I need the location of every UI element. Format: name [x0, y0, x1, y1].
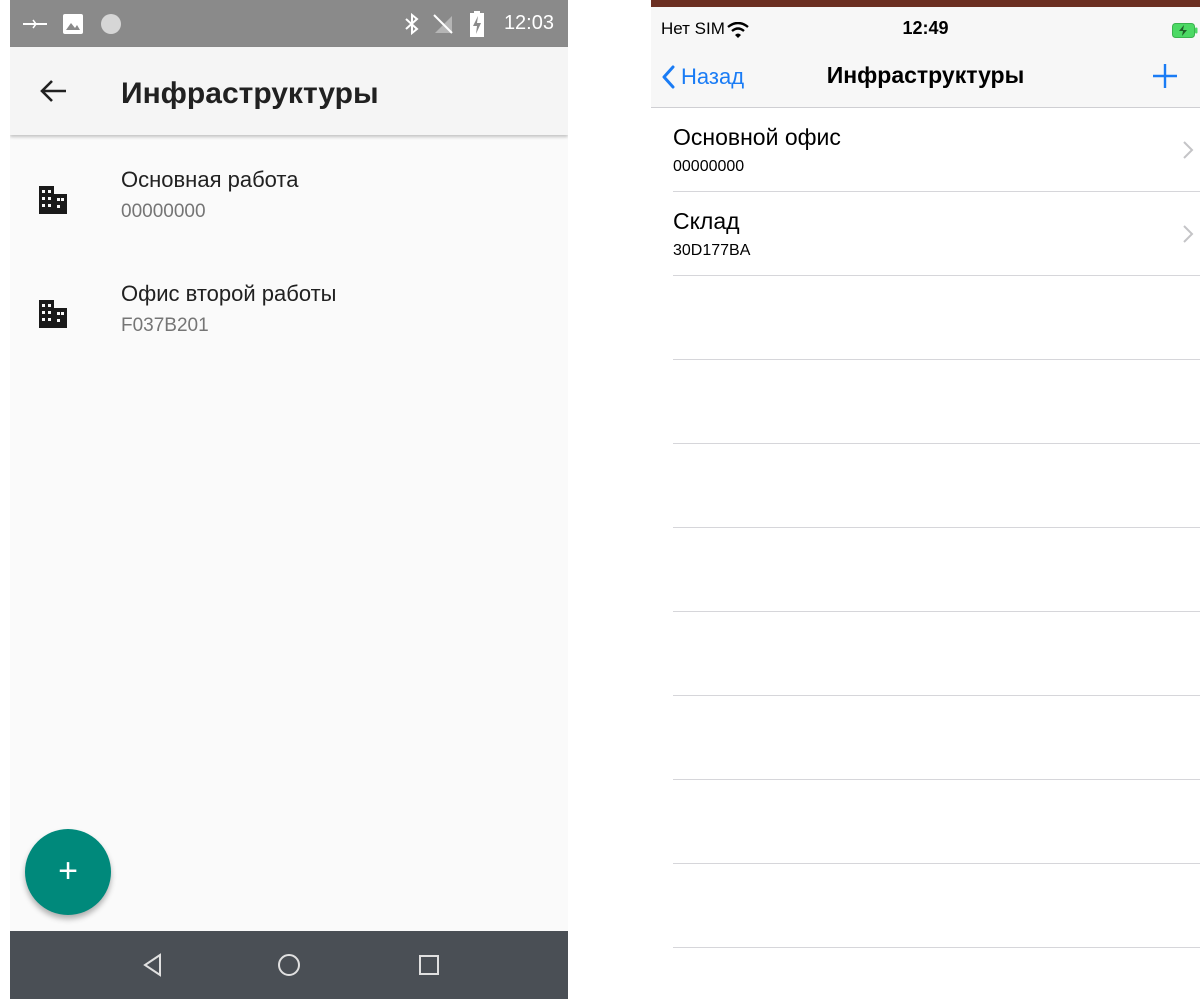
android-screen: 12:03 Инфраструктуры Основная работа 000…	[10, 0, 568, 999]
android-navigation-bar	[10, 931, 568, 999]
ios-row-code: 30D177BA	[673, 242, 751, 259]
android-item-code: F037B201	[121, 315, 209, 336]
empty-row-separator	[673, 947, 1200, 948]
ios-status-bar: Нет SIM 12:49	[651, 7, 1200, 47]
nav-recents-square-icon[interactable]	[414, 950, 444, 980]
android-list-item[interactable]: Офис второй работы F037B201	[10, 249, 568, 361]
empty-row-separator	[673, 443, 1200, 444]
ios-table-row[interactable]: Склад 30D177BA	[673, 192, 1200, 276]
android-item-name: Основная работа	[121, 167, 299, 192]
ios-row-name: Склад	[673, 208, 740, 234]
empty-row-separator	[673, 863, 1200, 864]
chevron-right-icon	[1182, 139, 1194, 161]
android-app-bar: Инфраструктуры	[10, 47, 568, 135]
android-list-item[interactable]: Основная работа 00000000	[10, 135, 568, 247]
ios-table-row[interactable]: Основной офис 00000000	[673, 108, 1200, 192]
android-status-time: 12:03	[503, 12, 554, 34]
nav-back-triangle-icon[interactable]	[138, 950, 168, 980]
empty-row-separator	[673, 695, 1200, 696]
battery-charging-icon	[470, 0, 484, 47]
no-sim-icon	[432, 0, 454, 47]
circle-notification-icon	[100, 0, 122, 47]
add-fab-button[interactable]: +	[25, 829, 111, 915]
empty-row-separator	[673, 611, 1200, 612]
empty-row-separator	[673, 779, 1200, 780]
android-status-bar: 12:03	[10, 0, 568, 47]
image-icon	[62, 0, 84, 47]
android-page-title: Инфраструктуры	[121, 77, 379, 110]
battery-charging-icon	[1172, 23, 1198, 38]
empty-row-separator	[673, 527, 1200, 528]
ios-top-strip	[651, 0, 1200, 7]
empty-row-separator	[673, 359, 1200, 360]
nav-home-circle-icon[interactable]	[274, 950, 304, 980]
usb-icon	[22, 0, 48, 47]
ios-navigation-bar: Назад Инфраструктуры	[651, 47, 1200, 108]
ios-status-time: 12:49	[902, 18, 949, 38]
ios-screen: Нет SIM 12:49 Назад Инфраструктуры Основ…	[651, 0, 1200, 999]
back-arrow-icon[interactable]	[36, 73, 72, 109]
android-item-code: 00000000	[121, 201, 206, 222]
android-item-name: Офис второй работы	[121, 281, 337, 306]
building-icon	[38, 185, 68, 215]
bluetooth-icon	[404, 0, 420, 47]
ios-row-name: Основной офис	[673, 124, 841, 150]
ios-page-title: Инфраструктуры	[826, 62, 1025, 88]
plus-icon[interactable]	[1150, 61, 1180, 91]
building-icon	[38, 299, 68, 329]
chevron-right-icon	[1182, 223, 1194, 245]
ios-row-code: 00000000	[673, 158, 745, 175]
